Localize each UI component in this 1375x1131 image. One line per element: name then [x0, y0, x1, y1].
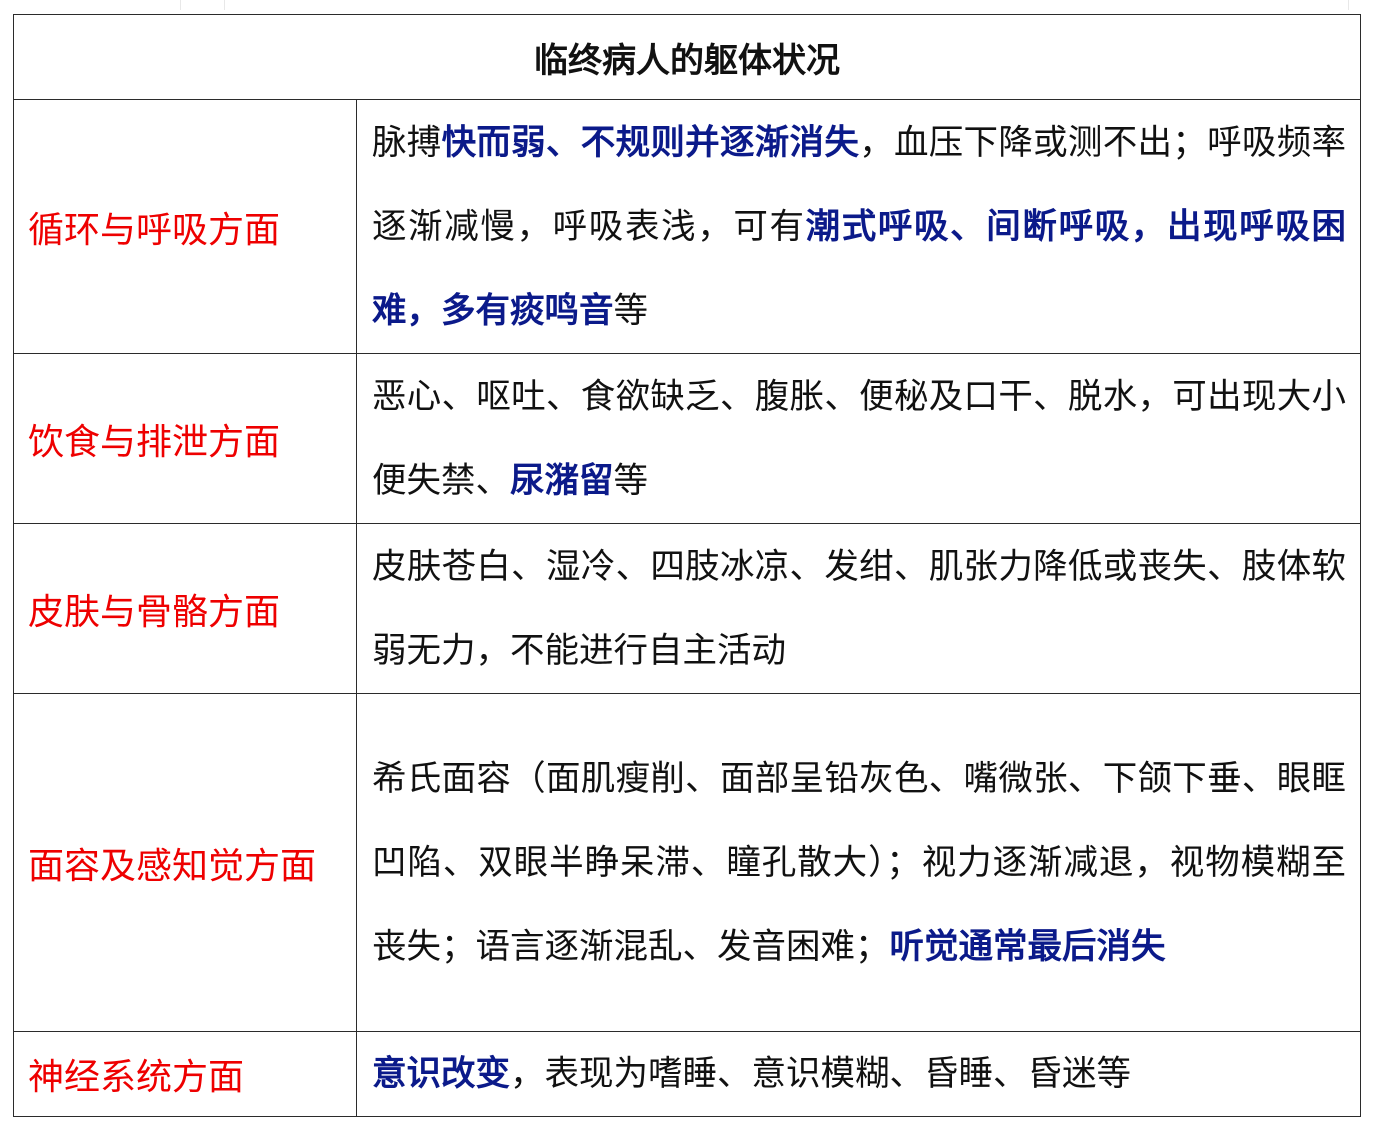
highlighted-text: 快而弱、不规则并逐渐消失	[441, 122, 860, 163]
table-row: 皮肤与骨骼方面 皮肤苍白、湿冷、四肢冰凉、发绀、肌张力降低或丧失、肢体软弱无力，…	[13, 523, 1361, 694]
ruler-mark	[224, 0, 225, 10]
description-text: 等	[613, 460, 649, 501]
highlighted-text: 尿潴留	[510, 460, 614, 501]
table-row: 面容及感知觉方面 希氏面容（面肌瘦削、面部呈铅灰色、嘴微张、下颌下垂、眼眶凹陷、…	[13, 693, 1361, 1032]
condition-table: 临终病人的躯体状况 循环与呼吸方面 脉搏快而弱、不规则并逐渐消失，血压下降或测不…	[13, 14, 1361, 1117]
category-skin-bone: 皮肤与骨骼方面	[13, 523, 357, 694]
description-cell: 意识改变，表现为嗜睡、意识模糊、昏睡、昏迷等	[356, 1031, 1361, 1117]
table-row: 饮食与排泄方面 恶心、呕吐、食欲缺乏、腹胀、便秘及口干、脱水，可出现大小便失禁、…	[13, 353, 1361, 524]
description-text: 希氏面容（面肌瘦削、面部呈铅灰色、嘴微张、下颌下垂、眼眶凹陷、双眼半睁呆滞、瞳孔…	[372, 758, 1346, 967]
description-cell: 恶心、呕吐、食欲缺乏、腹胀、便秘及口干、脱水，可出现大小便失禁、尿潴留等	[356, 353, 1361, 524]
description-cell: 脉搏快而弱、不规则并逐渐消失，血压下降或测不出；呼吸频率逐渐减慢，呼吸表浅，可有…	[356, 99, 1361, 354]
ruler-mark	[1348, 0, 1349, 10]
category-circulation-respiration: 循环与呼吸方面	[13, 99, 357, 354]
description-text: 皮肤苍白、湿冷、四肢冰凉、发绀、肌张力降低或丧失、肢体软弱无力，不能进行自主活动	[372, 546, 1346, 671]
category-nervous-system: 神经系统方面	[13, 1031, 357, 1117]
category-face-perception: 面容及感知觉方面	[13, 693, 357, 1032]
table-row: 循环与呼吸方面 脉搏快而弱、不规则并逐渐消失，血压下降或测不出；呼吸频率逐渐减慢…	[13, 99, 1361, 354]
page-top-marks	[0, 0, 1375, 14]
table-title-row: 临终病人的躯体状况	[13, 14, 1361, 100]
table-title: 临终病人的躯体状况	[13, 14, 1361, 100]
category-diet-excretion: 饮食与排泄方面	[13, 353, 357, 524]
description-text: ，表现为嗜睡、意识模糊、昏睡、昏迷等	[510, 1054, 1131, 1094]
highlighted-text: 听觉通常最后消失	[889, 926, 1166, 967]
description-text: 脉搏	[372, 122, 442, 163]
description-cell: 皮肤苍白、湿冷、四肢冰凉、发绀、肌张力降低或丧失、肢体软弱无力，不能进行自主活动	[356, 523, 1361, 694]
highlighted-text: 意识改变	[372, 1054, 510, 1094]
description-cell: 希氏面容（面肌瘦削、面部呈铅灰色、嘴微张、下颌下垂、眼眶凹陷、双眼半睁呆滞、瞳孔…	[356, 693, 1361, 1032]
ruler-mark	[180, 0, 181, 10]
table-row: 神经系统方面 意识改变，表现为嗜睡、意识模糊、昏睡、昏迷等	[13, 1031, 1361, 1117]
description-text: 等	[613, 290, 649, 331]
